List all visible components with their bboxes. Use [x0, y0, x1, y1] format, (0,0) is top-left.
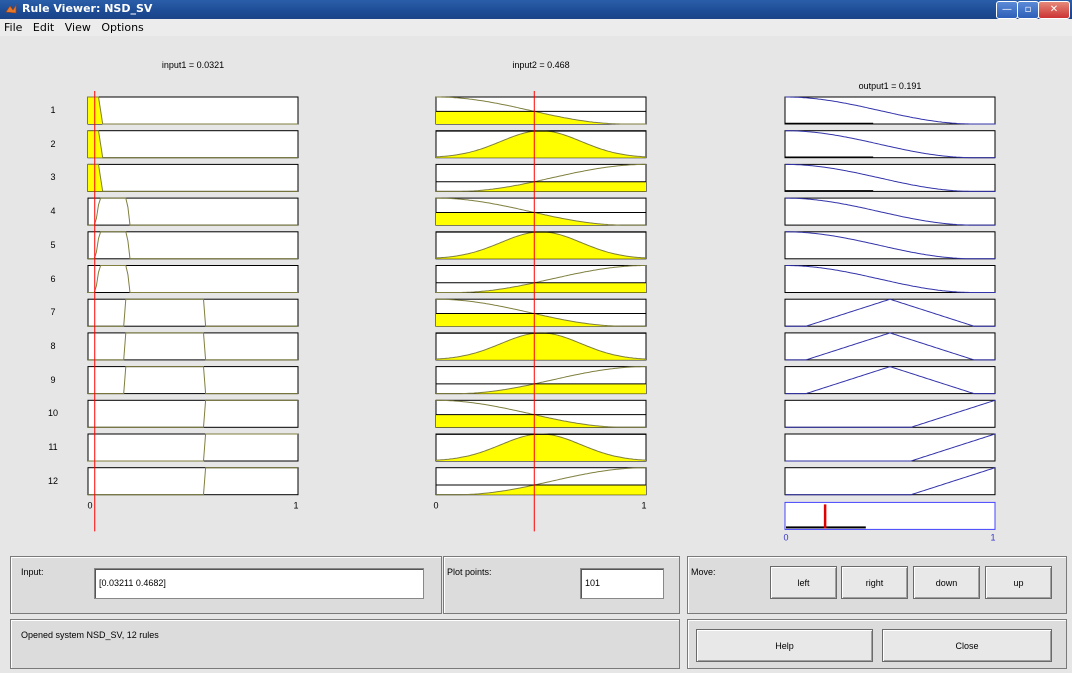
menu-view[interactable]: View	[61, 19, 94, 34]
right-button[interactable]: right	[841, 566, 908, 599]
rule-11-input1-box	[87, 433, 299, 462]
output-axis-max: 1	[990, 532, 995, 542]
rule-plot-area: input1 = 0.0321 input2 = 0.468 output1 =…	[0, 36, 1072, 556]
rule-2-input1-box	[87, 130, 299, 159]
menu-edit[interactable]: Edit	[29, 19, 57, 34]
minimize-button[interactable]: —	[996, 1, 1018, 19]
rule-9-input1-box	[87, 366, 299, 395]
plot-points-label: Plot points:	[447, 567, 492, 577]
input-label: Input:	[21, 567, 44, 577]
rule-3-input1-box	[87, 163, 299, 192]
rule-9-output-box	[784, 366, 996, 395]
rule-plots[interactable]: 0 1 0 1 0 1	[0, 36, 1072, 556]
window-title: Rule Viewer: NSD_SV	[22, 2, 153, 15]
status-panel: Opened system NSD_SV, 12 rules	[10, 619, 680, 669]
rule-12-output-box	[784, 467, 996, 496]
title-bar: Rule Viewer: NSD_SV — ▫ ✕	[0, 0, 1072, 19]
rule-8-input1-box	[87, 332, 299, 361]
rule-4-input1-box	[87, 197, 299, 226]
move-label: Move:	[691, 567, 716, 577]
rule-7-output-box	[784, 298, 996, 327]
rule-4-output-box	[784, 197, 996, 226]
rule-1-input1-box	[87, 96, 299, 125]
rule-6-input1-box	[87, 265, 299, 293]
rule-7-input1-box	[87, 298, 299, 327]
menu-options[interactable]: Options	[97, 19, 146, 34]
rule-10-input1-box	[87, 399, 299, 428]
output-axis-min: 0	[783, 532, 788, 542]
rule-1-output-box	[784, 96, 996, 125]
input2-axis-max: 1	[641, 500, 646, 510]
close-window-button[interactable]: ✕	[1038, 1, 1070, 19]
input2-axis-min: 0	[433, 500, 438, 510]
plot-points-field[interactable]: 101	[580, 568, 664, 599]
aggregated-output-box	[784, 501, 996, 530]
rule-10-output-box	[784, 399, 996, 428]
rule-12-input1-box	[87, 467, 299, 496]
menu-file[interactable]: File	[0, 19, 25, 34]
help-close-panel: Help Close	[687, 619, 1067, 669]
help-button[interactable]: Help	[696, 629, 873, 662]
close-button[interactable]: Close	[882, 629, 1052, 662]
rule-3-output-box	[784, 163, 996, 192]
matlab-icon	[5, 3, 17, 14]
move-panel: Move: left right down up	[687, 556, 1067, 614]
input-panel: Input: [0.03211 0.4682]	[10, 556, 442, 614]
input1-axis-min: 0	[87, 500, 92, 510]
input-field[interactable]: [0.03211 0.4682]	[94, 568, 424, 599]
menu-bar: File Edit View Options	[0, 19, 1072, 36]
rule-5-input1-box	[87, 231, 299, 260]
rule-11-output-box	[784, 433, 996, 462]
status-text: Opened system NSD_SV, 12 rules	[21, 630, 159, 640]
up-button[interactable]: up	[985, 566, 1052, 599]
maximize-button[interactable]: ▫	[1017, 1, 1039, 19]
rule-8-output-box	[784, 332, 996, 361]
rule-5-output-box	[784, 231, 996, 260]
rule-6-output-box	[784, 265, 996, 293]
input1-axis-max: 1	[293, 500, 298, 510]
plot-points-panel: Plot points: 101	[443, 556, 680, 614]
left-button[interactable]: left	[770, 566, 837, 599]
rule-2-output-box	[784, 130, 996, 159]
down-button[interactable]: down	[913, 566, 980, 599]
